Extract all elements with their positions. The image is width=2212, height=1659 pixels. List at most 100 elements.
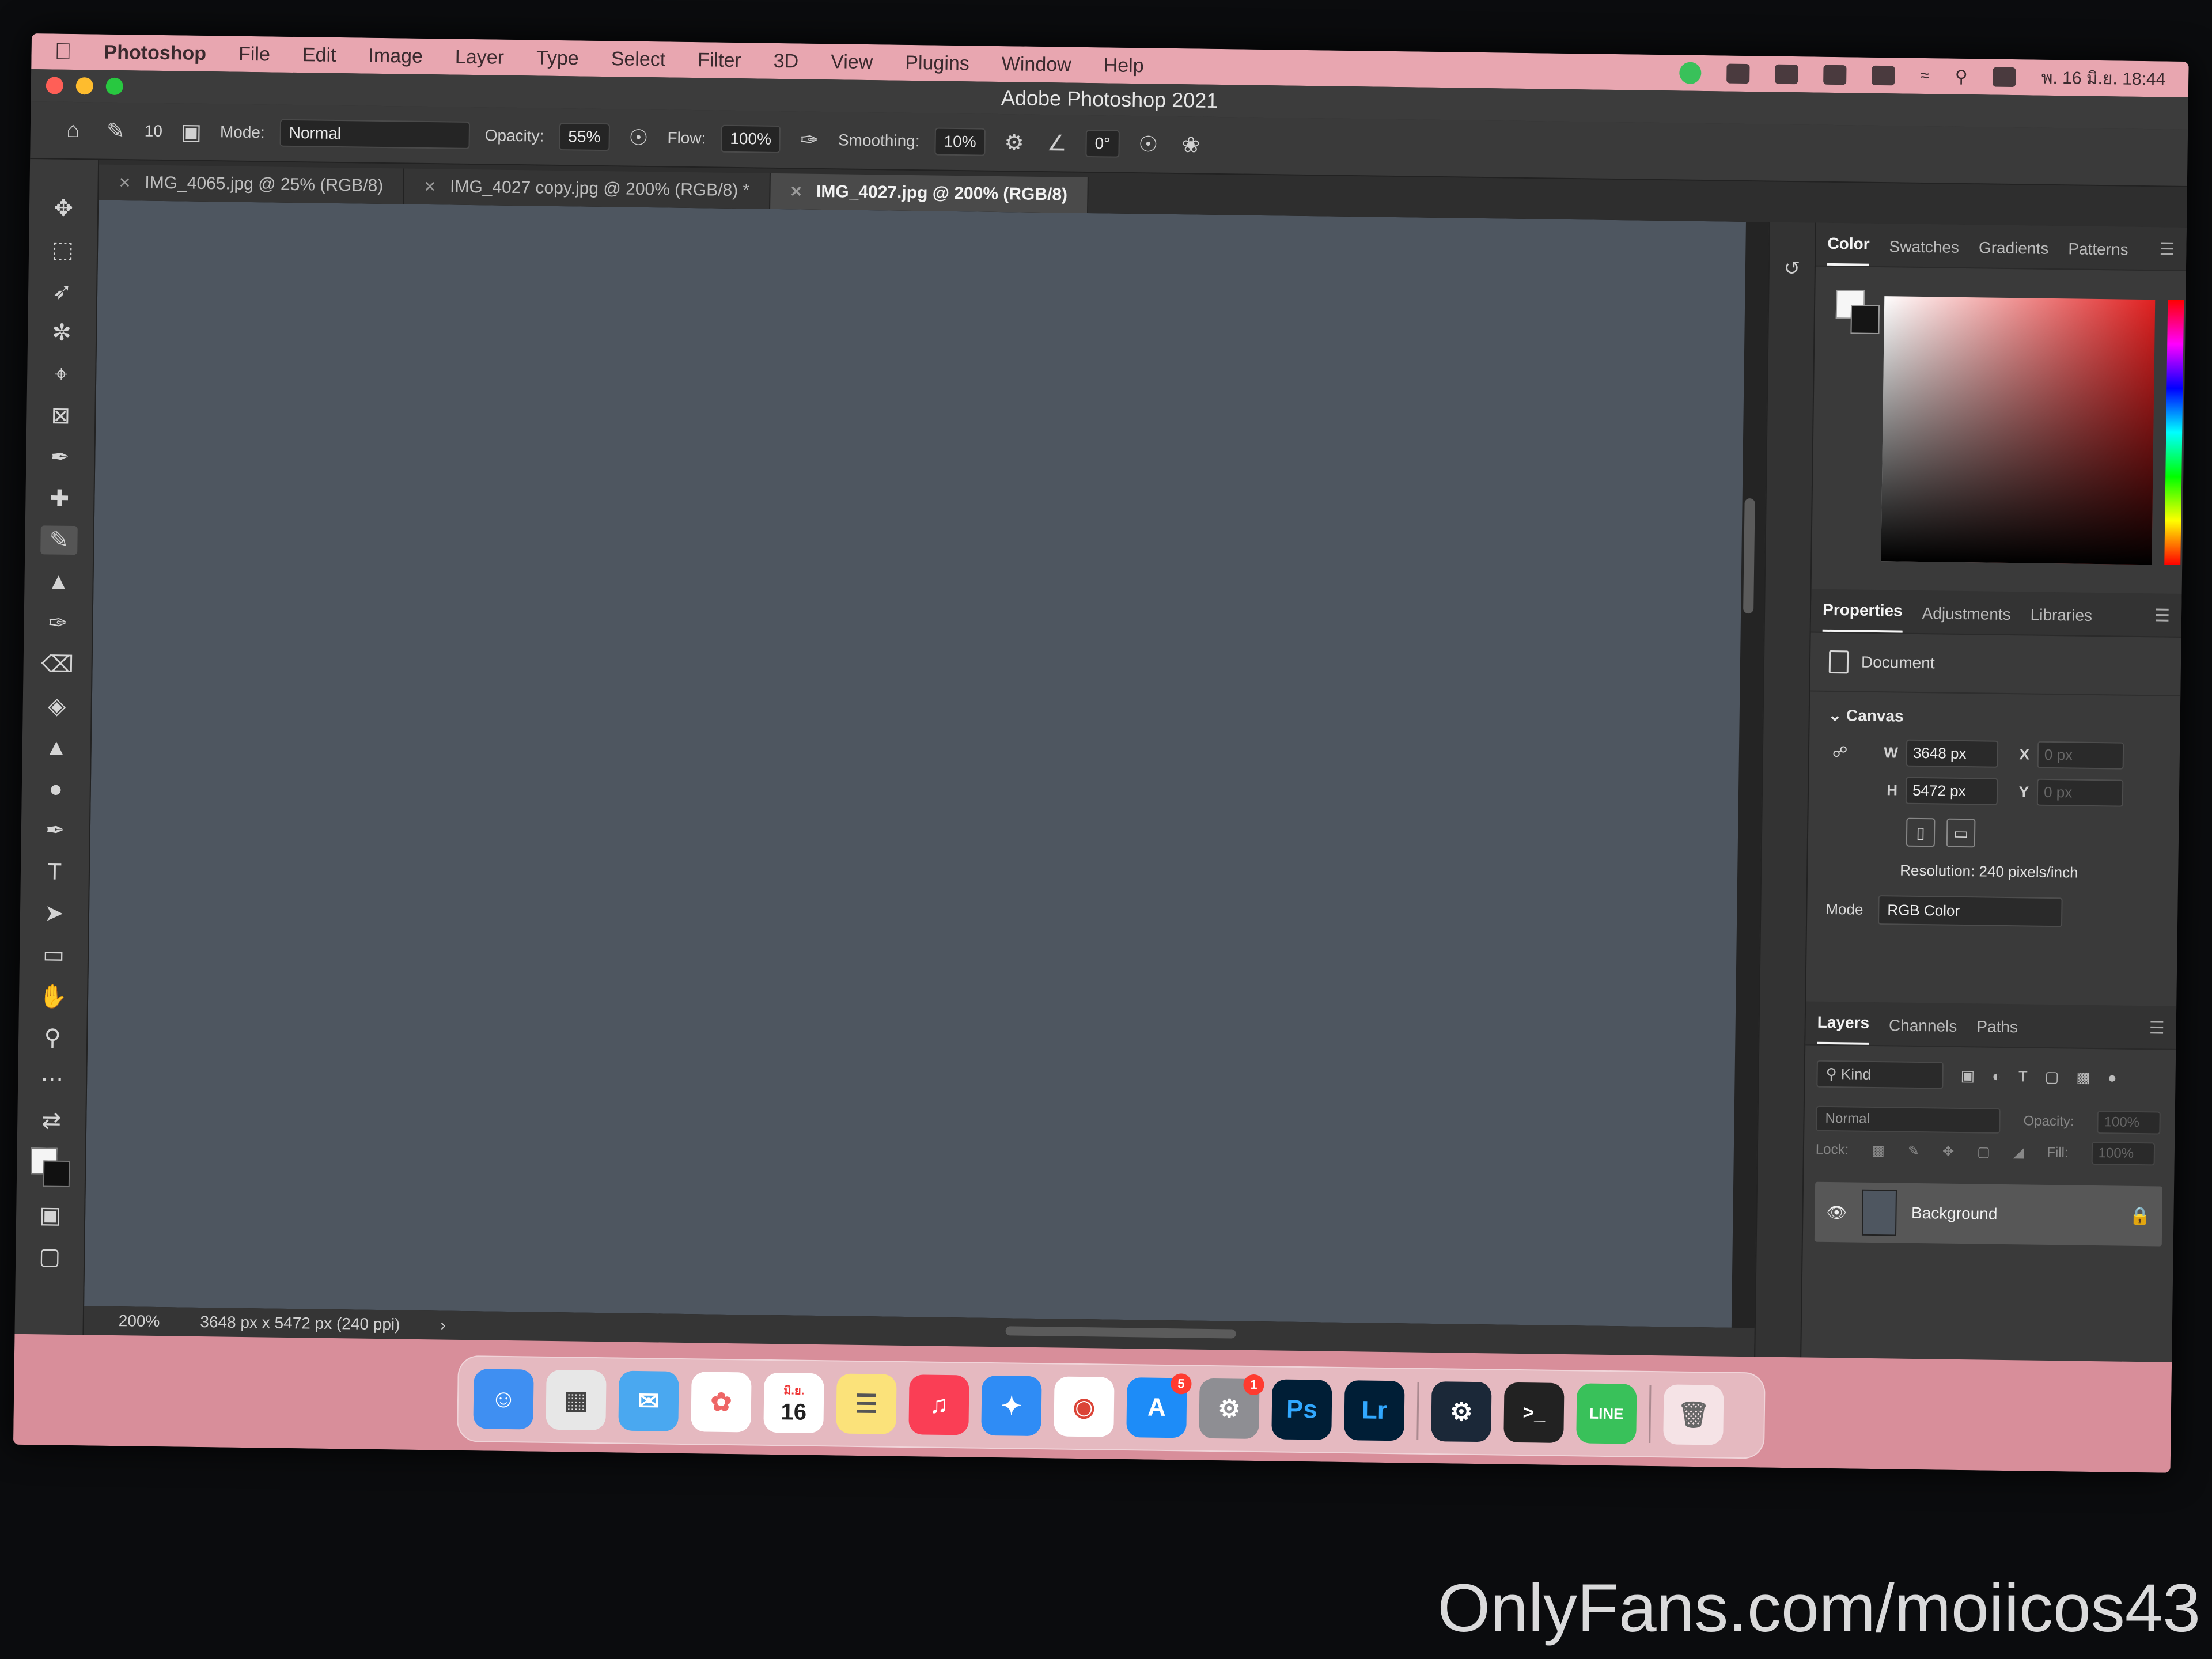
y-field[interactable]: 0 px [2036,778,2124,807]
apple-icon[interactable]:  [54,39,72,65]
lock-all-icon[interactable]: ◢ [2013,1144,2024,1161]
tab-adjustments[interactable]: Adjustments [1922,604,2010,634]
lock-transparent-icon[interactable]: ▩ [1872,1142,1885,1158]
landscape-orientation-button[interactable]: ▭ [1946,818,1976,848]
brush-preset-icon[interactable]: ✎ [101,117,130,145]
clone-stamp-tool-icon[interactable]: ▲ [40,567,77,596]
launchpad-icon[interactable]: ▦ [546,1369,607,1431]
creative-cloud-icon[interactable] [1726,63,1750,84]
opacity-field[interactable]: 55% [559,122,610,151]
chrome-icon[interactable]: ◉ [1054,1376,1115,1437]
panel-menu-icon[interactable]: ☰ [2159,239,2175,270]
app-store-icon[interactable]: A 5 [1126,1373,1192,1438]
pressure-size-icon[interactable]: ☉ [1134,130,1162,158]
history-brush-tool-icon[interactable]: ✑ [39,608,77,638]
color-picker-field[interactable] [1881,296,2156,565]
menu-file[interactable]: File [238,43,270,66]
tab-patterns[interactable]: Patterns [2068,240,2128,269]
rectangle-tool-icon[interactable]: ▭ [35,940,73,969]
quick-selection-tool-icon[interactable]: ✼ [43,318,81,347]
terminal-icon[interactable]: >_ [1503,1382,1565,1444]
canvas-image-placeholder[interactable] [84,200,1746,1328]
more-tools-icon[interactable]: ⋯ [33,1065,71,1094]
document-tab[interactable]: ✕ IMG_4065.jpg @ 25% (RGB/8) [99,164,404,204]
tab-paths[interactable]: Paths [1976,1017,2018,1047]
input-source-icon[interactable] [1823,65,1847,85]
height-field[interactable]: 5472 px [1905,777,1998,805]
panel-menu-icon[interactable]: ☰ [2154,605,2171,636]
music-icon[interactable]: ♫ [908,1374,969,1435]
document-tab-active[interactable]: ✕ IMG_4027.jpg @ 200% (RGB/8) [770,173,1089,214]
mail-icon[interactable]: ✉ [618,1370,679,1431]
wifi-icon[interactable]: ≈ [1920,66,1930,86]
line-app-icon[interactable]: LINE [1576,1383,1637,1444]
battery-icon[interactable] [1872,65,1895,86]
menu-plugins[interactable]: Plugins [905,51,969,74]
link-dimensions-icon[interactable]: ☍ [1832,743,1867,762]
pressure-opacity-icon[interactable]: ☉ [624,123,653,151]
hue-slider[interactable] [2164,300,2184,565]
menu-3d[interactable]: 3D [773,50,799,73]
steam-icon[interactable]: ⚙ [1431,1381,1492,1442]
healing-brush-tool-icon[interactable]: ✚ [41,484,78,513]
smoothing-field[interactable]: 10% [934,127,986,156]
swap-colors-icon[interactable]: ⇄ [33,1106,70,1135]
safari-icon[interactable]: ✦ [981,1375,1042,1437]
finder-icon[interactable]: ☺ [473,1369,534,1430]
menu-app-name[interactable]: Photoshop [104,41,206,65]
tab-color[interactable]: Color [1827,234,1870,266]
tab-swatches[interactable]: Swatches [1889,237,1959,267]
home-icon[interactable]: ⌂ [59,116,87,145]
flow-field[interactable]: 100% [721,124,781,154]
fill-field[interactable]: 100% [2091,1141,2155,1166]
shape-filter-icon[interactable]: ▢ [2045,1068,2059,1086]
system-preferences-icon[interactable]: ⚙ 1 [1199,1374,1264,1440]
x-field[interactable]: 0 px [2037,741,2124,770]
calendar-icon[interactable]: มิ.ย. 16 [763,1372,824,1434]
filter-toggle-icon[interactable]: ● [2108,1069,2117,1086]
lock-position-icon[interactable]: ✥ [1942,1143,1954,1160]
notes-icon[interactable]: ☰ [836,1373,897,1434]
tab-libraries[interactable]: Libraries [2030,606,2092,635]
smoothing-gear-icon[interactable]: ⚙ [1000,128,1028,157]
adjustment-filter-icon[interactable]: ◐ [1992,1067,2001,1085]
blend-mode-dropdown[interactable]: Normal [1816,1105,2001,1134]
background-color-swatch[interactable] [43,1160,70,1188]
lock-artboard-icon[interactable]: ▢ [1977,1143,1990,1160]
type-tool-icon[interactable]: T [36,857,74,887]
tab-properties[interactable]: Properties [1822,600,1903,633]
canvas-area[interactable] [84,200,1769,1328]
width-field[interactable]: 3648 px [1906,739,1999,768]
lightroom-icon[interactable]: Lr [1344,1380,1405,1441]
pixel-filter-icon[interactable]: ▣ [1960,1067,1975,1085]
media-play-icon[interactable] [1775,64,1798,85]
blur-tool-icon[interactable]: ▲ [37,733,75,762]
spotlight-search-icon[interactable]: ⚲ [1955,66,1968,86]
path-selection-tool-icon[interactable]: ➤ [36,899,73,928]
angle-field[interactable]: 0° [1085,129,1120,158]
dodge-tool-icon[interactable]: ● [37,774,75,804]
canvas-section-header[interactable]: ⌄ Canvas [1809,692,2180,735]
menu-edit[interactable]: Edit [302,44,336,67]
menu-view[interactable]: View [831,51,873,74]
trash-icon[interactable]: 🗑 [1663,1384,1724,1445]
frame-tool-icon[interactable]: ⊠ [42,401,79,430]
lock-pixels-icon[interactable]: ✎ [1908,1142,1919,1159]
pen-tool-icon[interactable]: ✒ [37,816,74,845]
visibility-eye-icon[interactable]: 👁 [1826,1202,1847,1221]
menu-type[interactable]: Type [536,47,579,70]
tab-channels[interactable]: Channels [1889,1016,1957,1046]
foreground-background-swatches[interactable] [31,1147,71,1188]
paint-bucket-tool-icon[interactable]: ◈ [38,691,75,721]
mode-dropdown[interactable]: Normal [279,119,471,149]
document-tab[interactable]: ✕ IMG_4027 copy.jpg @ 200% (RGB/8) * [403,168,771,209]
panel-menu-icon[interactable]: ☰ [2149,1018,2165,1048]
lasso-tool-icon[interactable]: ➶ [44,276,81,306]
photos-icon[interactable]: ✿ [691,1372,752,1433]
brush-size-value[interactable]: 10 [145,122,163,141]
color-mode-dropdown[interactable]: RGB Color [1878,895,2063,927]
marquee-tool-icon[interactable]: ⬚ [44,235,82,264]
menu-layer[interactable]: Layer [455,46,505,69]
airbrush-icon[interactable]: ✑ [796,126,824,154]
layer-name[interactable]: Background [1911,1204,1998,1224]
